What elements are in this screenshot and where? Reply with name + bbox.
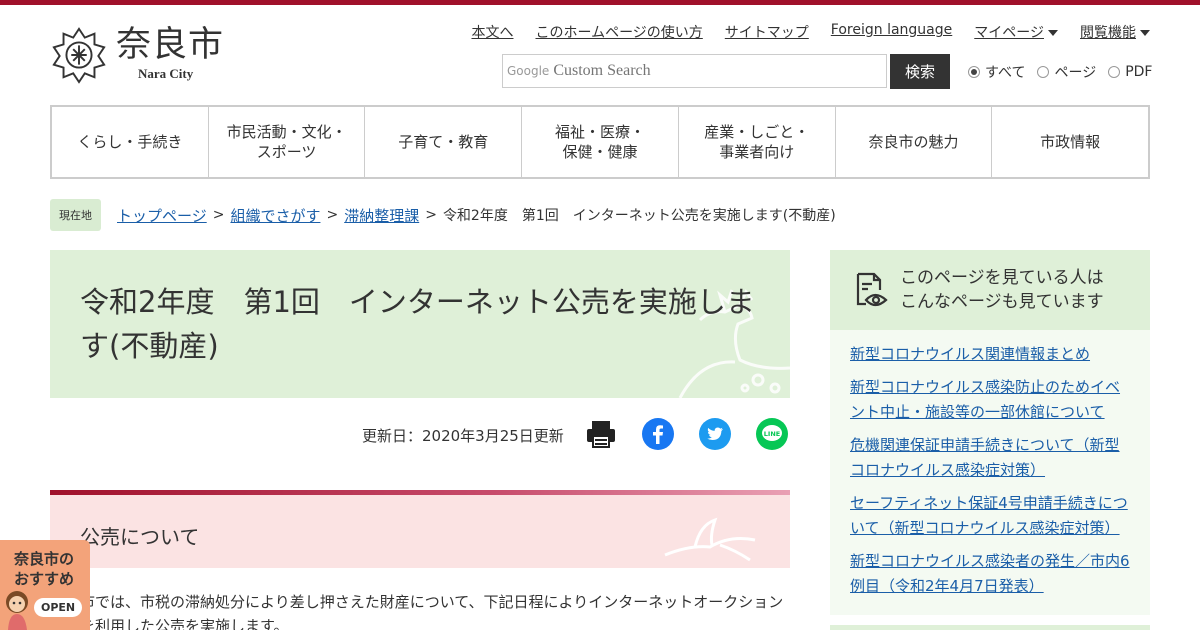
mypage-link[interactable]: マイページ bbox=[974, 25, 1044, 41]
page-title: 令和2年度 第1回 インターネット公売を実施します(不動産) bbox=[80, 285, 755, 363]
section-body-text: 市では、市税の滞納処分により差し押さえた財産について、下記日程によりインターネッ… bbox=[80, 593, 784, 630]
skip-to-content-link[interactable]: 本文へ bbox=[471, 22, 513, 42]
recommend-label: 奈良市の おすすめ bbox=[14, 550, 75, 588]
svg-text:LINE: LINE bbox=[764, 430, 780, 438]
sidebar-next-panel bbox=[830, 625, 1150, 630]
radio-selected-icon bbox=[968, 66, 980, 78]
nav-nara-appeal[interactable]: 奈良市の魅力 bbox=[836, 107, 993, 177]
breadcrumb-separator: > bbox=[212, 207, 225, 223]
print-icon[interactable] bbox=[585, 418, 617, 450]
document-eye-icon bbox=[856, 272, 888, 307]
breadcrumb-current: 令和2年度 第1回 インターネット公売を実施します(不動産) bbox=[442, 208, 836, 224]
search-box[interactable]: Google bbox=[502, 54, 887, 88]
scope-page-label: ページ bbox=[1054, 65, 1097, 81]
recommend-widget[interactable]: 奈良市の おすすめ OPEN bbox=[0, 540, 90, 630]
radio-icon bbox=[1108, 66, 1121, 78]
how-to-use-link[interactable]: このホームページの使い方 bbox=[535, 22, 702, 42]
sitemap-link[interactable]: サイトマップ bbox=[725, 22, 809, 42]
search-button[interactable]: 検索 bbox=[890, 54, 950, 89]
main-nav: くらし・手続き 市民活動・文化・ スポーツ 子育て・教育 福祉・医療・ 保健・健… bbox=[50, 105, 1150, 179]
nav-living[interactable]: くらし・手続き bbox=[52, 107, 209, 177]
related-page-link[interactable]: 危機関連保証申請手続きについて（新型コロナウイルス感染症対策） bbox=[850, 433, 1130, 483]
chevron-down-icon bbox=[1048, 30, 1058, 36]
related-page-link[interactable]: 新型コロナウイルス関連情報まとめ bbox=[850, 342, 1130, 367]
nav-childcare-education[interactable]: 子育て・教育 bbox=[365, 107, 523, 177]
scope-all-radio[interactable]: すべて bbox=[968, 62, 1025, 82]
scope-pdf-radio[interactable]: PDF bbox=[1108, 64, 1152, 80]
related-pages-list: 新型コロナウイルス関連情報まとめ 新型コロナウイルス感染防止のためイベント中止・… bbox=[830, 330, 1150, 615]
city-emblem-icon bbox=[52, 27, 106, 84]
nav-city-admin[interactable]: 市政情報 bbox=[992, 107, 1148, 177]
scope-page-radio[interactable]: ページ bbox=[1037, 62, 1096, 82]
breadcrumb: 現在地 トップページ > 組織でさがす > 滞納整理課 > 令和2年度 第1回 … bbox=[50, 199, 836, 231]
accessibility-link[interactable]: 閲覧機能 bbox=[1080, 25, 1136, 41]
section-heading-panel: 公売について bbox=[50, 495, 790, 568]
related-pages-heading: このページを見ている人は こんなページも見ています bbox=[900, 268, 1104, 312]
google-brand: Google bbox=[507, 64, 550, 78]
breadcrumb-separator: > bbox=[425, 207, 437, 223]
nav-industry-business[interactable]: 産業・しごと・ 事業者向け bbox=[679, 107, 836, 177]
section-heading: 公売について bbox=[80, 525, 200, 549]
breadcrumb-top-link[interactable]: トップページ bbox=[117, 205, 207, 226]
facebook-icon[interactable] bbox=[642, 418, 674, 450]
breadcrumb-org-link[interactable]: 組織でさがす bbox=[230, 205, 320, 226]
related-page-link[interactable]: 新型コロナウイルス感染者の発生／市内6例目（令和2年4月7日発表） bbox=[850, 549, 1130, 599]
search-scope: すべて ページ PDF bbox=[968, 62, 1152, 82]
site-title: 奈良市 bbox=[116, 25, 225, 65]
breadcrumb-separator: > bbox=[326, 207, 339, 223]
breadcrumb-dept-link[interactable]: 滞納整理課 bbox=[344, 205, 419, 226]
twitter-icon[interactable] bbox=[699, 418, 731, 450]
chevron-down-icon bbox=[1140, 30, 1150, 36]
scope-all-label: すべて bbox=[985, 65, 1026, 81]
utility-nav: 本文へ このホームページの使い方 サイトマップ Foreign language… bbox=[471, 22, 1150, 42]
accessibility-menu[interactable]: 閲覧機能 bbox=[1080, 22, 1150, 42]
nav-welfare-health[interactable]: 福祉・医療・ 保健・健康 bbox=[522, 107, 679, 177]
current-location-badge: 現在地 bbox=[50, 199, 101, 231]
page-title-panel: 令和2年度 第1回 インターネット公売を実施します(不動産) bbox=[50, 250, 790, 398]
updated-date: 更新日：2020年3月25日更新 bbox=[362, 427, 564, 445]
bird-illustration-icon bbox=[664, 517, 756, 562]
mypage-menu[interactable]: マイページ bbox=[974, 22, 1058, 42]
nav-civic-culture-sports[interactable]: 市民活動・文化・ スポーツ bbox=[209, 107, 366, 177]
recommend-open-button[interactable]: OPEN bbox=[34, 598, 83, 617]
site-logo[interactable]: 奈良市 Nara City bbox=[50, 26, 224, 84]
character-mascot-icon bbox=[6, 591, 28, 630]
radio-icon bbox=[1037, 66, 1050, 78]
line-icon[interactable]: LINE bbox=[756, 418, 788, 450]
share-bar: LINE bbox=[585, 418, 788, 450]
related-page-link[interactable]: 新型コロナウイルス感染防止のためイベント中止・施設等の一部休館について bbox=[850, 375, 1130, 425]
related-page-link[interactable]: セーフティネット保証4号申請手続きについて（新型コロナウイルス感染症対策） bbox=[850, 491, 1130, 541]
site-subtitle: Nara City bbox=[138, 66, 194, 81]
search-input[interactable] bbox=[553, 62, 874, 80]
related-pages-header: このページを見ている人は こんなページも見ています bbox=[830, 250, 1150, 330]
foreign-language-link[interactable]: Foreign language bbox=[831, 22, 952, 42]
top-brand-bar bbox=[0, 0, 1200, 5]
scope-pdf-label: PDF bbox=[1125, 64, 1153, 80]
